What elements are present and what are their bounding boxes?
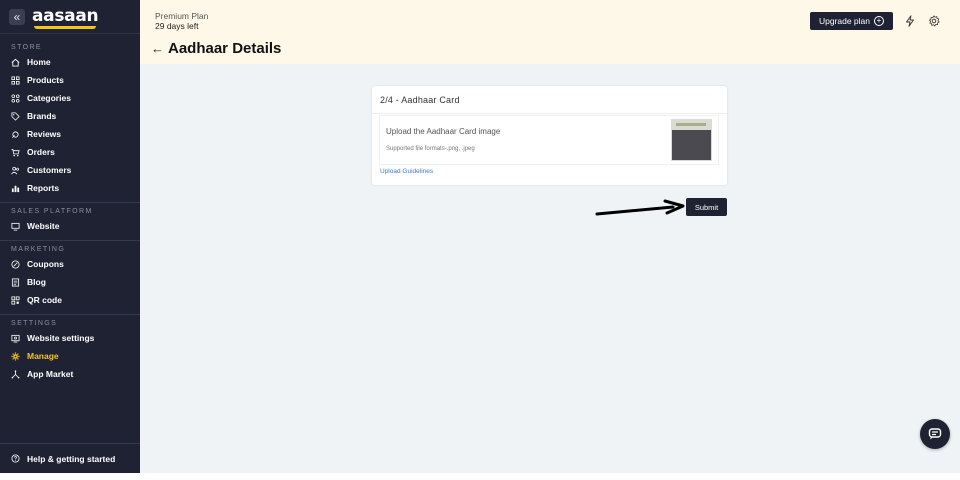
customers-icon xyxy=(11,166,20,175)
page-title: Aadhaar Details xyxy=(168,40,282,57)
sidebar-item-label: Reports xyxy=(27,183,60,193)
collapse-sidebar-button[interactable]: « xyxy=(9,8,25,25)
qr-icon xyxy=(11,295,20,305)
section-label-marketing: MARKETING xyxy=(11,246,66,253)
aadhaar-image-thumbnail[interactable] xyxy=(671,119,712,161)
logo-underline xyxy=(34,26,97,29)
brand-bar: « aasaan xyxy=(0,0,140,34)
sidebar-item-categories[interactable]: Categories xyxy=(0,89,140,107)
grid-icon xyxy=(11,75,20,85)
sidebar-item-label: Coupons xyxy=(27,259,64,269)
supported-formats: Supported file formats-.png, .jpeg xyxy=(386,146,475,152)
website-settings-icon xyxy=(11,334,20,343)
sidebar-item-label: App Market xyxy=(27,369,74,379)
sidebar: « aasaan STORE Home Products Categories … xyxy=(0,0,140,473)
sidebar-item-brands[interactable]: Brands xyxy=(0,107,140,125)
sidebar-item-label: QR code xyxy=(27,295,62,305)
sidebar-item-manage[interactable]: Manage xyxy=(0,347,140,365)
sidebar-item-home[interactable]: Home xyxy=(0,53,140,71)
sidebar-item-label: Manage xyxy=(27,351,59,361)
help-label: Help & getting started xyxy=(27,453,116,464)
sidebar-item-label: Website settings xyxy=(27,333,95,343)
reviews-icon xyxy=(11,130,20,139)
section-label-store: STORE xyxy=(11,44,42,51)
chat-support-button[interactable] xyxy=(920,419,950,449)
submit-button[interactable]: Submit xyxy=(686,198,727,216)
main-content: Premium Plan 29 days left ← Aadhaar Deta… xyxy=(140,0,960,473)
plus-circle-icon: + xyxy=(874,16,885,26)
sidebar-item-customers[interactable]: Customers xyxy=(0,161,140,179)
aadhaar-card-panel: 2/4 - Aadhaar Card Upload the Aadhaar Ca… xyxy=(372,86,727,185)
home-icon xyxy=(11,58,20,67)
thumbnail-header xyxy=(672,120,711,130)
tag-icon xyxy=(11,111,20,121)
help-getting-started[interactable]: Help & getting started xyxy=(0,443,140,473)
sidebar-item-label: Reviews xyxy=(27,129,62,139)
topbar: Premium Plan 29 days left ← Aadhaar Deta… xyxy=(140,0,960,64)
lightning-icon[interactable] xyxy=(903,14,916,27)
monitor-icon xyxy=(11,222,20,231)
section-label-settings: SETTINGS xyxy=(11,320,58,327)
sidebar-item-label: Categories xyxy=(27,93,71,103)
back-arrow-icon[interactable]: ← xyxy=(151,42,164,55)
app-market-icon xyxy=(11,369,20,379)
sidebar-item-website-settings[interactable]: Website settings xyxy=(0,329,140,347)
sidebar-item-app-market[interactable]: App Market xyxy=(0,365,140,383)
plan-name: Premium Plan xyxy=(155,11,209,21)
sidebar-item-label: Products xyxy=(27,75,64,85)
settings-gear-icon[interactable] xyxy=(927,14,940,27)
pointer-arrow-icon xyxy=(595,199,685,216)
chat-icon xyxy=(928,428,942,440)
upload-guidelines-link[interactable]: Upload Guidelines xyxy=(380,168,433,175)
plan-days-left: 29 days left xyxy=(155,21,199,31)
bottom-strip xyxy=(0,473,960,480)
upload-label: Upload the Aadhaar Card image xyxy=(386,127,501,136)
page-header: ← Aadhaar Details xyxy=(151,40,281,57)
reports-icon xyxy=(11,184,20,193)
sidebar-item-label: Orders xyxy=(27,147,55,157)
logo-text: aasaan xyxy=(32,6,99,26)
sidebar-item-website[interactable]: Website xyxy=(0,217,140,235)
coupon-icon xyxy=(11,259,20,269)
sidebar-item-label: Home xyxy=(27,57,51,67)
sidebar-item-qr-code[interactable]: QR code xyxy=(0,291,140,309)
section-label-sales-platform: SALES PLATFORM xyxy=(11,208,93,215)
app-root: « aasaan STORE Home Products Categories … xyxy=(0,0,960,473)
gear-icon xyxy=(11,351,20,361)
sidebar-item-reports[interactable]: Reports xyxy=(0,179,140,197)
help-icon xyxy=(11,454,20,463)
upgrade-plan-label: Upgrade plan xyxy=(818,16,871,26)
sidebar-item-orders[interactable]: Orders xyxy=(0,143,140,161)
upload-dropzone[interactable]: Upload the Aadhaar Card image Supported … xyxy=(379,115,719,165)
sidebar-item-reviews[interactable]: Reviews xyxy=(0,125,140,143)
sidebar-item-label: Blog xyxy=(27,277,46,287)
sidebar-item-blog[interactable]: Blog xyxy=(0,273,140,291)
blog-icon xyxy=(11,277,20,287)
sidebar-item-label: Website xyxy=(27,221,60,231)
categories-icon xyxy=(11,93,20,103)
logo[interactable]: aasaan xyxy=(32,6,99,29)
sidebar-item-products[interactable]: Products xyxy=(0,71,140,89)
sidebar-item-coupons[interactable]: Coupons xyxy=(0,255,140,273)
cart-icon xyxy=(11,148,20,157)
sidebar-item-label: Brands xyxy=(27,111,57,121)
card-title: 2/4 - Aadhaar Card xyxy=(380,95,460,105)
upgrade-plan-button[interactable]: Upgrade plan + xyxy=(810,12,893,30)
card-divider xyxy=(372,113,727,114)
sidebar-item-label: Customers xyxy=(27,165,72,175)
